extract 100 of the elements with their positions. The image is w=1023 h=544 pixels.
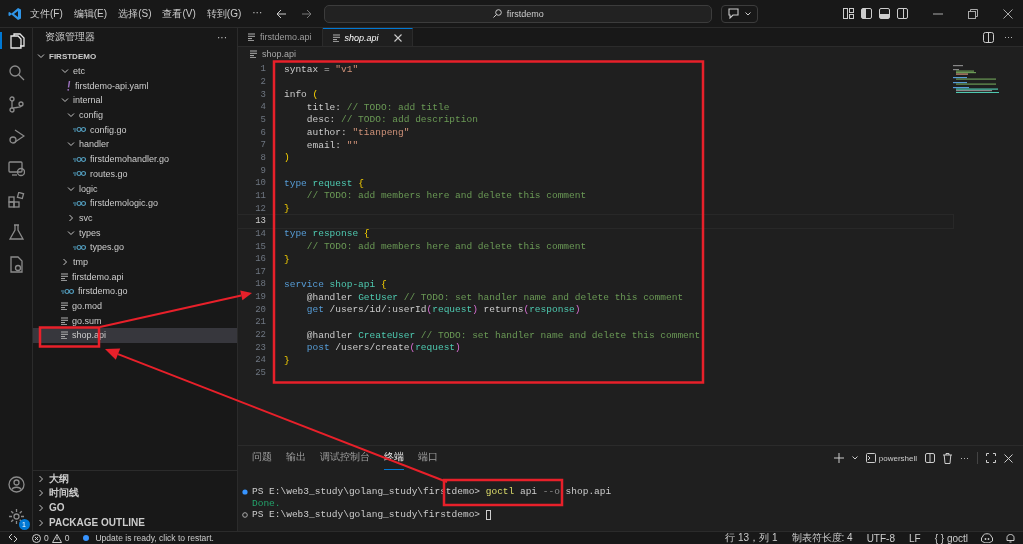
line-number: 24 [254, 355, 266, 366]
language-mode[interactable]: { } goctl [934, 532, 968, 544]
line-number: 21 [254, 317, 266, 328]
chat-button[interactable] [721, 4, 759, 23]
status-item[interactable]: 行 13，列 1 [725, 531, 778, 544]
menu-item[interactable]: 选择(S) [118, 6, 152, 21]
layout-icon[interactable] [843, 8, 854, 19]
caret-icon[interactable] [851, 456, 858, 460]
line-number: 25 [254, 368, 266, 379]
panel-toggle-icon[interactable] [879, 8, 890, 19]
file-item[interactable]: firstdemohandler.go [33, 151, 237, 167]
go-file-icon [73, 243, 86, 251]
file-item[interactable]: firstdemo.go [33, 284, 237, 299]
status-item[interactable]: UTF-8 [866, 532, 895, 544]
forward-arrow-icon[interactable] [301, 8, 313, 19]
folder-item[interactable]: logic [33, 181, 237, 196]
section-header[interactable]: 时间线 [33, 485, 237, 501]
panel-tab[interactable]: 调试控制台 [320, 447, 370, 469]
close-icon[interactable] [1003, 8, 1013, 19]
restore-icon[interactable] [968, 8, 978, 19]
code-line: type response { [284, 228, 370, 240]
folder-item[interactable]: svc [33, 210, 237, 226]
terminal-line: Done. [252, 497, 281, 509]
file-item[interactable]: firstdemo-api.yaml [33, 78, 237, 94]
breadcrumb[interactable]: shop.api [238, 47, 297, 61]
split-terminal-icon[interactable] [925, 453, 935, 463]
panel-tab[interactable]: 端口 [418, 447, 438, 469]
code-line: get /users/id/:userId(request) returns(response) [305, 304, 581, 316]
line-number: 22 [254, 330, 266, 341]
search-icon [492, 9, 502, 18]
file-item[interactable]: firstdemologic.go [33, 195, 237, 211]
folder-item[interactable]: types [33, 225, 237, 240]
file-item[interactable]: firstdemo.api [33, 269, 237, 284]
code-line: title: // TODO: add title [305, 101, 450, 113]
folder-header[interactable]: FIRSTDEMO [33, 49, 237, 64]
menu-item[interactable]: ··· [252, 6, 263, 21]
line-number: 11 [254, 190, 266, 201]
line-number: 4 [259, 102, 266, 113]
close-icon[interactable] [393, 33, 402, 42]
sidebar-toggle-icon[interactable] [861, 8, 872, 19]
editor-tab[interactable]: firstdemo.api [238, 28, 323, 46]
line-number: 14 [254, 228, 266, 239]
update-notice[interactable]: Update is ready, click to restart. [83, 533, 214, 543]
menu-item[interactable]: 查看(V) [162, 6, 196, 21]
lines-icon [61, 316, 68, 325]
code-line: } [284, 203, 290, 215]
menu-item[interactable]: 编辑(E) [73, 6, 108, 21]
lines-icon [61, 272, 68, 281]
folder-item[interactable]: config [33, 107, 237, 123]
bell-icon[interactable] [1006, 533, 1015, 543]
line-number: 12 [254, 203, 266, 214]
maximize-icon[interactable] [986, 453, 996, 463]
menu-item[interactable]: 文件(F) [30, 6, 63, 21]
more-actions-button[interactable]: ··· [1004, 32, 1013, 42]
trash-icon[interactable] [943, 452, 952, 464]
code-line: desc: // TODO: add description [305, 114, 478, 126]
status-item[interactable]: 制表符长度: 4 [791, 531, 853, 544]
settings-icon[interactable] [7, 508, 25, 525]
editor-tab[interactable]: shop.api [322, 28, 413, 46]
minimize-icon[interactable] [933, 12, 943, 15]
file-item[interactable]: config.go [33, 122, 237, 138]
back-arrow-icon[interactable] [276, 8, 288, 19]
tab-label: shop.api [344, 32, 379, 43]
file-item[interactable]: go.mod [33, 298, 237, 314]
problems-status[interactable]: 0 0 [32, 533, 70, 543]
file-item[interactable]: types.go [33, 239, 237, 255]
search-field[interactable]: firstdemo [324, 4, 713, 23]
terminal-selector[interactable]: powershell [865, 453, 917, 463]
section-header[interactable]: PACKAGE OUTLINE [33, 515, 237, 530]
line-number: 15 [254, 241, 266, 252]
chat-icon [728, 8, 741, 19]
minimap-drawing [953, 65, 999, 93]
explorer-title: 资源管理器 [45, 30, 95, 44]
secondary-sidebar-icon[interactable] [897, 8, 908, 19]
more-actions-button[interactable]: ··· [960, 453, 969, 463]
panel-tab[interactable]: 输出 [286, 447, 306, 469]
copilot-icon[interactable] [981, 533, 993, 543]
status-item[interactable]: LF [908, 532, 921, 544]
split-editor-icon[interactable] [983, 31, 994, 43]
tab-label: firstdemo.api [260, 32, 312, 42]
remote-icon[interactable] [8, 533, 18, 543]
section-header[interactable]: 大纲 [33, 471, 237, 486]
panel-tab[interactable]: 问题 [252, 447, 272, 469]
folder-item[interactable]: handler [33, 137, 237, 152]
status-dot [242, 512, 248, 518]
code-line: post /users/create(request) [305, 342, 461, 354]
account-icon[interactable] [7, 476, 25, 493]
lines-icon [61, 331, 68, 340]
terminal-line: PS E:\web3_study\golang_study\firstdemo> [252, 509, 482, 521]
folder-item[interactable]: internal [33, 93, 237, 108]
more-actions-button[interactable]: ··· [217, 31, 227, 43]
plus-icon[interactable] [833, 453, 844, 463]
menu-item[interactable]: 转到(G) [206, 6, 242, 21]
line-number: 18 [254, 279, 266, 290]
close-icon[interactable] [1004, 453, 1013, 463]
file-item[interactable]: routes.go [33, 166, 237, 182]
folder-item[interactable]: etc [33, 63, 237, 79]
section-header[interactable]: GO [33, 500, 237, 516]
file-item[interactable]: go.sum [33, 313, 237, 329]
folder-item[interactable]: tmp [33, 254, 237, 270]
